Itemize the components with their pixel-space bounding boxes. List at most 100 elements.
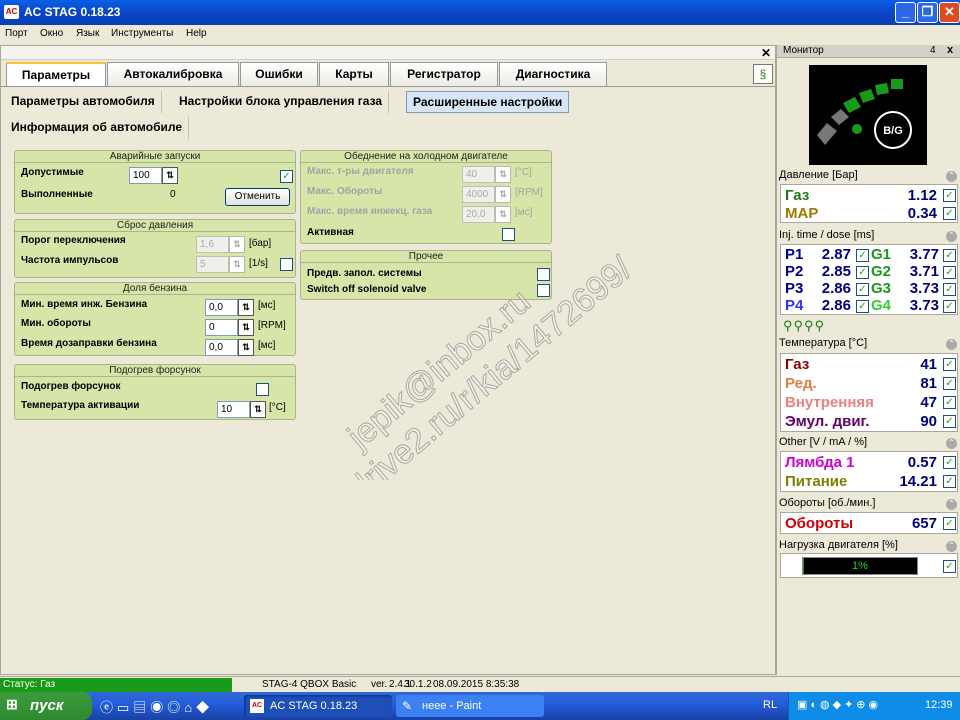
allowed-input[interactable]: 100 xyxy=(129,167,162,184)
panel-close-icon[interactable]: ✕ xyxy=(761,46,771,60)
collapse-icon[interactable]: ⌃ xyxy=(946,541,957,552)
g1-value: 3.77 xyxy=(909,246,939,263)
prefill-checkbox[interactable] xyxy=(537,268,550,281)
rpm-label: Обороты xyxy=(785,515,854,532)
p1-checkbox[interactable]: ✓ xyxy=(856,249,869,262)
subtab-ecu-settings[interactable]: Настройки блока управления газа xyxy=(173,91,390,113)
max-temp-spinner[interactable]: ⇅ xyxy=(495,166,511,183)
refuel-unit: [мс] xyxy=(258,340,276,351)
load-checkbox[interactable]: ✓ xyxy=(943,560,956,573)
lambda-checkbox[interactable]: ✓ xyxy=(943,456,956,469)
taskbar-paint[interactable]: ✎ неее - Paint xyxy=(396,695,544,717)
tab-autocalibration[interactable]: Автокалибровка xyxy=(107,62,239,86)
injection-box: P1 2.87 ✓ G1 3.77 ✓ P2 2.85 ✓ G2 3.71 ✓ … xyxy=(780,244,958,315)
allowed-checkbox[interactable]: ✓ xyxy=(280,170,293,183)
subtab-advanced[interactable]: Расширенные настройки xyxy=(406,91,570,113)
device-name: STAG-4 QBOX Basic xyxy=(262,679,357,690)
tab-recorder[interactable]: Регистратор xyxy=(390,62,498,86)
collapse-icon[interactable]: ⌃ xyxy=(946,438,957,449)
refuel-spinner[interactable]: ⇅ xyxy=(238,339,254,356)
rpm-checkbox[interactable]: ✓ xyxy=(943,517,956,530)
collapse-icon[interactable]: ⌃ xyxy=(946,339,957,350)
gas-pressure-checkbox[interactable]: ✓ xyxy=(943,189,956,202)
tab-maps[interactable]: Карты xyxy=(319,62,389,86)
g1-checkbox[interactable]: ✓ xyxy=(943,249,956,262)
max-inj-spinner[interactable]: ⇅ xyxy=(495,206,511,223)
allowed-spinner[interactable]: ⇅ xyxy=(162,167,178,184)
collapse-icon[interactable]: ⌃ xyxy=(946,499,957,510)
taskbar-stag[interactable]: AC AC STAG 0.18.23 xyxy=(244,695,392,717)
tray-icons[interactable]: ▣◐◍◆✦⊕◉ xyxy=(797,698,881,711)
p3-checkbox[interactable]: ✓ xyxy=(856,283,869,296)
menu-tools[interactable]: Инструменты xyxy=(111,28,173,39)
max-temp-input[interactable]: 40 xyxy=(462,166,495,183)
minimize-button[interactable]: _ xyxy=(895,2,916,23)
start-button[interactable]: ⊞ пуск xyxy=(0,692,92,720)
close-button[interactable]: ✕ xyxy=(939,2,960,23)
activation-temp-input[interactable]: 10 xyxy=(217,401,250,418)
window-title: AC STAG 0.18.23 xyxy=(24,5,121,19)
freq-checkbox[interactable] xyxy=(280,258,293,271)
supply-value: 14.21 xyxy=(899,473,937,490)
collapse-icon[interactable]: ⌃ xyxy=(946,171,957,182)
gas-temp-checkbox[interactable]: ✓ xyxy=(943,358,956,371)
maximize-button[interactable]: ❐ xyxy=(917,2,938,23)
language-indicator[interactable]: RL xyxy=(763,699,777,711)
pressure-reset-group: Сброс давления Порог переключения 1,6 ⇅ … xyxy=(14,219,296,278)
max-rpm-input[interactable]: 4000 xyxy=(462,186,495,203)
map-label: MAP xyxy=(785,205,819,222)
activation-temp-spinner[interactable]: ⇅ xyxy=(250,401,266,418)
p3-value: 2.86 xyxy=(821,280,851,297)
p2-checkbox[interactable]: ✓ xyxy=(856,266,869,279)
quick-launch-icons[interactable]: ⓔ▭▤◉◎⌂◆ xyxy=(100,697,213,716)
pressure-heading: Давление [Бар] xyxy=(779,169,858,181)
taskbar-paint-label: неее - Paint xyxy=(422,700,482,712)
engine-temp-checkbox[interactable]: ✓ xyxy=(943,415,956,428)
menu-port[interactable]: Порт xyxy=(5,28,28,39)
map-checkbox[interactable]: ✓ xyxy=(943,207,956,220)
heat-checkbox[interactable] xyxy=(256,383,269,396)
pin-icon[interactable]: 4 xyxy=(930,45,936,56)
group-title: Аварийные запуски xyxy=(15,151,295,163)
p4-checkbox[interactable]: ✓ xyxy=(856,300,869,313)
menu-help[interactable]: Help xyxy=(186,28,207,39)
subtab-car-params[interactable]: Параметры автомобиля xyxy=(5,91,162,113)
min-rpm-unit: [RPM] xyxy=(258,320,286,331)
help-icon[interactable]: § xyxy=(753,64,773,84)
monitor-header: Монитор 4 x xyxy=(777,44,960,58)
min-inj-spinner[interactable]: ⇅ xyxy=(238,299,254,316)
tab-diagnostics[interactable]: Диагностика xyxy=(499,62,607,86)
solenoid-checkbox[interactable] xyxy=(537,284,550,297)
threshold-spinner[interactable]: ⇅ xyxy=(229,236,245,253)
g4-checkbox[interactable]: ✓ xyxy=(943,300,956,313)
monitor-close-icon[interactable]: x xyxy=(947,44,953,56)
g2-checkbox[interactable]: ✓ xyxy=(943,266,956,279)
collapse-icon[interactable]: ⌃ xyxy=(946,231,957,242)
tab-errors[interactable]: Ошибки xyxy=(240,62,318,86)
p1-value: 2.87 xyxy=(821,246,851,263)
cancel-button[interactable]: Отменить xyxy=(225,188,290,206)
threshold-input[interactable]: 1,6 xyxy=(196,236,229,253)
menu-language[interactable]: Язык xyxy=(76,28,99,39)
title-bar[interactable]: AC AC STAG 0.18.23 _ ❐ ✕ xyxy=(0,0,960,25)
menu-window[interactable]: Окно xyxy=(40,28,63,39)
status-text: Статус: Газ xyxy=(0,678,232,692)
freq-spinner[interactable]: ⇅ xyxy=(229,256,245,273)
supply-checkbox[interactable]: ✓ xyxy=(943,475,956,488)
reducer-temp-checkbox[interactable]: ✓ xyxy=(943,377,956,390)
min-rpm-spinner[interactable]: ⇅ xyxy=(238,319,254,336)
freq-input[interactable]: 5 xyxy=(196,256,229,273)
tab-parameters[interactable]: Параметры xyxy=(6,62,106,86)
subtab-car-info[interactable]: Информация об автомобиле xyxy=(5,117,190,139)
min-inj-input[interactable]: 0,0 xyxy=(205,299,238,316)
freq-unit: [1/s] xyxy=(249,258,268,269)
max-inj-input[interactable]: 20,0 xyxy=(462,206,495,223)
g3-checkbox[interactable]: ✓ xyxy=(943,283,956,296)
max-inj-unit: [мс] xyxy=(515,207,533,218)
active-checkbox[interactable] xyxy=(502,228,515,241)
internal-temp-checkbox[interactable]: ✓ xyxy=(943,396,956,409)
min-rpm-input[interactable]: 0 xyxy=(205,319,238,336)
max-rpm-spinner[interactable]: ⇅ xyxy=(495,186,511,203)
gas-pressure-value: 1.12 xyxy=(907,187,937,204)
refuel-input[interactable]: 0,0 xyxy=(205,339,238,356)
